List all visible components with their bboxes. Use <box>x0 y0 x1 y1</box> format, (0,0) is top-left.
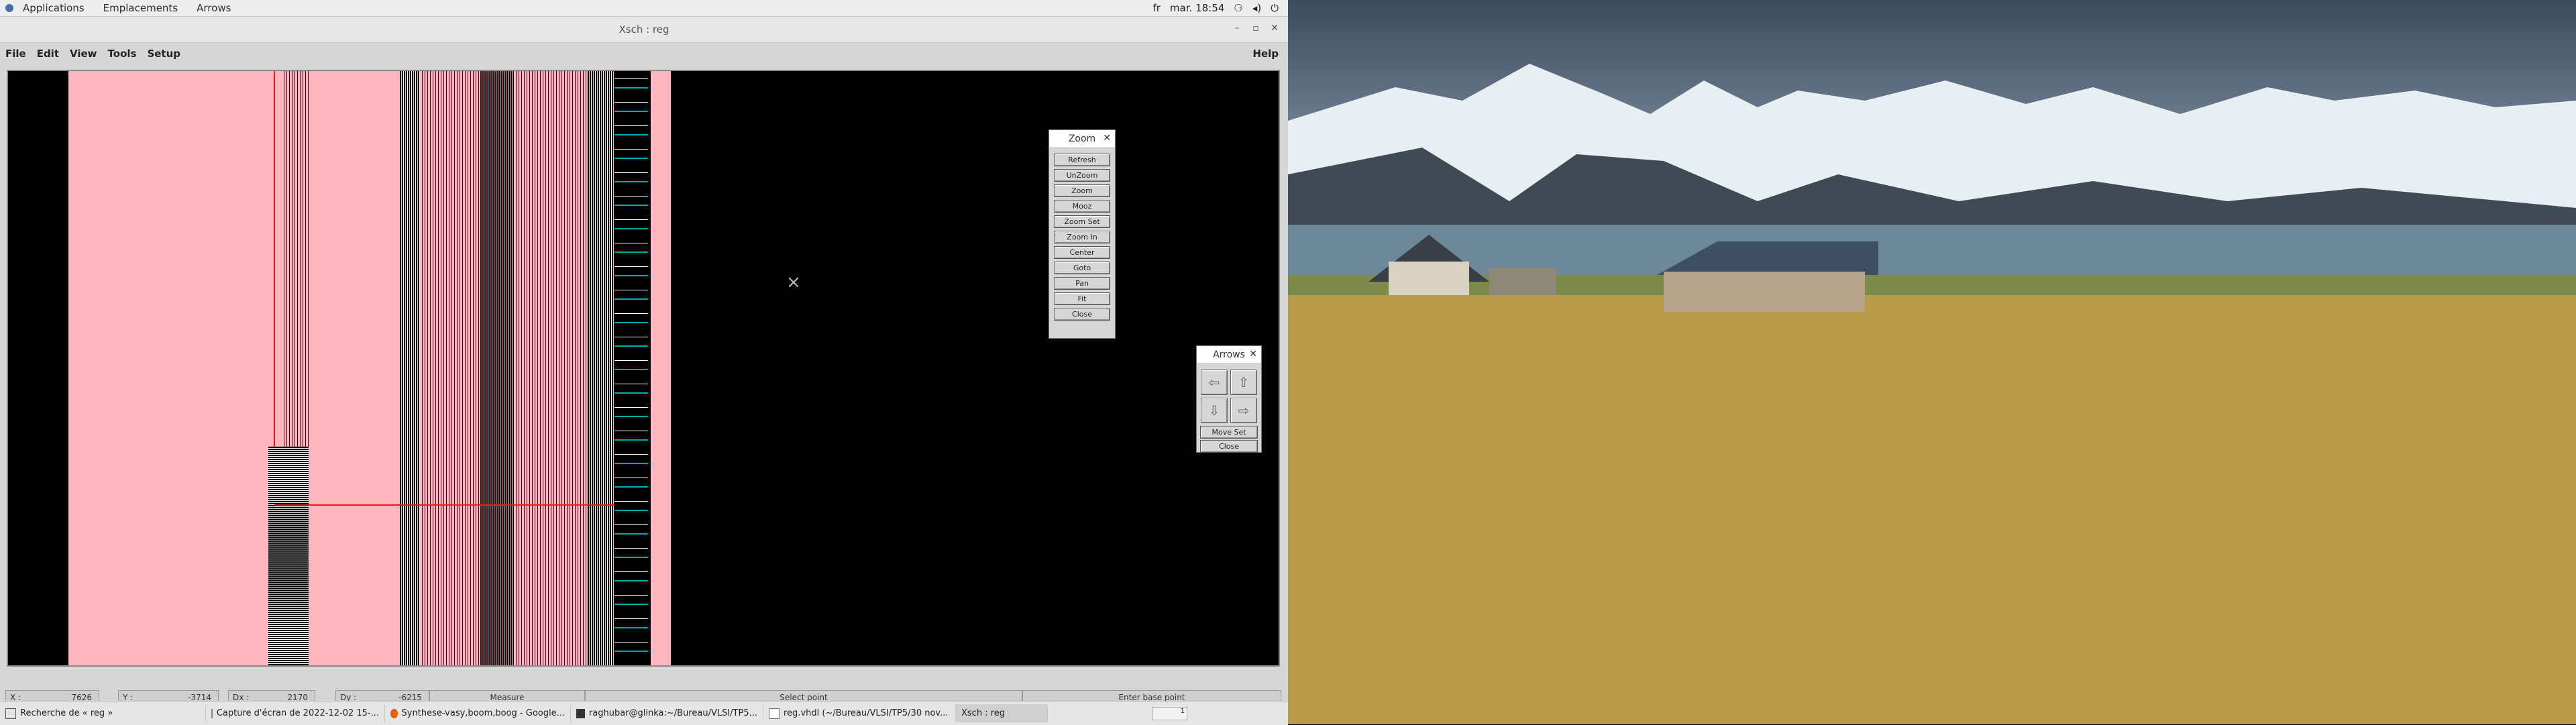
taskbar: Recherche de « reg » Capture d'écran de … <box>0 701 1288 725</box>
zoom-panel: Zoom ✕ Refresh UnZoom Zoom Mooz Zoom Set … <box>1049 129 1116 339</box>
terminal-icon <box>576 708 585 718</box>
close-icon[interactable]: ✕ <box>1249 349 1257 359</box>
task-screenshot[interactable]: Capture d'écran de 2022-12-02 15-... <box>206 704 385 722</box>
layout-block <box>68 71 282 665</box>
menu-applications[interactable]: Applications <box>13 2 94 14</box>
arrow-down-icon[interactable]: ⇩ <box>1201 398 1228 423</box>
zoom-set-button[interactable]: Zoom Set <box>1054 215 1110 228</box>
minimize-icon[interactable]: – <box>1230 23 1244 36</box>
menu-view[interactable]: View <box>64 48 103 60</box>
text-editor-icon <box>769 708 780 719</box>
arrow-up-icon[interactable]: ⇧ <box>1230 370 1257 395</box>
menu-setup[interactable]: Setup <box>142 48 186 60</box>
center-button[interactable]: Center <box>1054 246 1110 259</box>
refresh-button[interactable]: Refresh <box>1054 154 1110 166</box>
arrows-panel: Arrows ✕ ⇦ ⇧ ⇩ ⇨ Move Set Close <box>1196 345 1262 453</box>
desktop-wallpaper <box>1288 0 2576 724</box>
window-title: Xsch : reg <box>619 23 669 36</box>
window-titlebar[interactable]: Xsch : reg – ▫ ✕ <box>0 17 1288 43</box>
goto-button[interactable]: Goto <box>1054 262 1110 274</box>
volume-icon[interactable]: ◂) <box>1252 2 1261 14</box>
language-indicator[interactable]: fr <box>1152 2 1160 14</box>
cell-rows <box>268 447 309 665</box>
menu-tools[interactable]: Tools <box>103 48 142 60</box>
maximize-icon[interactable]: ▫ <box>1249 23 1263 36</box>
close-button[interactable]: Close <box>1200 440 1258 453</box>
layout-block <box>651 71 671 665</box>
arrows-panel-title[interactable]: Arrows ✕ <box>1197 346 1261 364</box>
menu-places[interactable]: Emplacements <box>94 2 188 14</box>
cursor-cross-icon: × <box>786 272 801 292</box>
close-icon[interactable]: ✕ <box>1103 133 1111 144</box>
unzoom-button[interactable]: UnZoom <box>1054 169 1110 182</box>
network-icon[interactable]: ⚆ <box>1234 2 1242 14</box>
zoom-panel-title[interactable]: Zoom ✕ <box>1049 130 1115 148</box>
zoom-button[interactable]: Zoom <box>1054 184 1110 197</box>
task-search[interactable]: Recherche de « reg » <box>0 704 206 722</box>
applications-icon <box>5 4 13 12</box>
register-cells <box>614 71 648 665</box>
arrow-right-icon[interactable]: ⇨ <box>1230 398 1257 423</box>
menubar: File Edit View Tools Setup Help <box>0 43 1288 64</box>
layout-block <box>309 71 402 665</box>
menu-arrows[interactable]: Arrows <box>187 2 240 14</box>
clock[interactable]: mar. 18:54 <box>1170 2 1224 14</box>
window-icon <box>5 708 16 719</box>
net-bundle <box>282 71 309 447</box>
firefox-icon <box>390 708 398 718</box>
menu-edit[interactable]: Edit <box>32 48 64 60</box>
power-icon[interactable]: ⏻ <box>1271 2 1279 14</box>
wire-horizontal <box>275 504 624 506</box>
menu-file[interactable]: File <box>0 48 32 60</box>
pan-button[interactable]: Pan <box>1054 277 1110 290</box>
workspace-pager[interactable]: 1 <box>1152 706 1187 720</box>
menu-help[interactable]: Help <box>1247 48 1288 60</box>
arrow-left-icon[interactable]: ⇦ <box>1201 370 1228 395</box>
top-panel: Applications Emplacements Arrows fr mar.… <box>0 0 1288 17</box>
net-bundle <box>514 71 588 665</box>
move-set-button[interactable]: Move Set <box>1200 426 1258 439</box>
net-bundle <box>480 71 514 665</box>
fit-button[interactable]: Fit <box>1054 292 1110 305</box>
landscape-image <box>1288 64 2576 724</box>
mooz-button[interactable]: Mooz <box>1054 200 1110 213</box>
net-bundle <box>420 71 480 665</box>
task-xsch[interactable]: Xsch : reg <box>956 704 1048 722</box>
task-terminal[interactable]: raghubar@glinka:~/Bureau/VLSI/TP5... <box>571 704 763 722</box>
zoom-in-button[interactable]: Zoom In <box>1054 231 1110 243</box>
xsch-window: Xsch : reg – ▫ ✕ File Edit View Tools Se… <box>0 17 1288 708</box>
close-icon[interactable]: ✕ <box>1268 23 1281 36</box>
close-button[interactable]: Close <box>1054 308 1110 321</box>
net-bundle <box>588 71 614 665</box>
image-icon <box>211 708 213 718</box>
net-bundle <box>400 71 420 665</box>
task-browser[interactable]: Synthese-vasy,boom,boog - Google... <box>385 704 571 722</box>
task-editor[interactable]: reg.vhdl (~/Bureau/VLSI/TP5/30 nov... <box>763 704 956 722</box>
